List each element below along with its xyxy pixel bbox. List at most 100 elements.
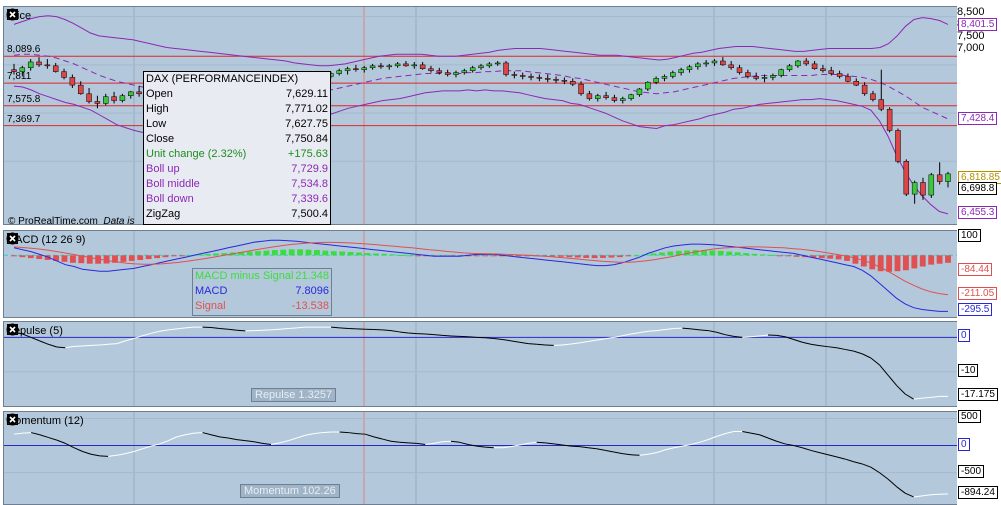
- axis-value-tag: -295.5: [958, 302, 993, 316]
- repulse-segment: [690, 328, 700, 331]
- repulse-chart: [4, 322, 957, 406]
- axis-value-tag: -894.24: [958, 485, 998, 499]
- candle-up: [494, 62, 501, 65]
- macd-line: [13, 239, 948, 312]
- momentum-segment: [502, 446, 512, 449]
- axis-tick-label: 8,500: [957, 6, 985, 18]
- wrench-icon[interactable]: [8, 325, 85, 338]
- repulse-segment: [682, 327, 691, 330]
- histogram-bar: [490, 255, 497, 257]
- info-title-row: DAX (PERFORMANCEINDEX): [145, 73, 329, 88]
- macd-info-box: MACD minus Signal 21.348 MACD 7.8096 Signal -…: [192, 268, 332, 316]
- histogram-bar: [667, 251, 674, 256]
- candle-down: [578, 83, 584, 95]
- momentum-segment: [742, 430, 752, 434]
- wrench-icon[interactable]: [8, 415, 106, 428]
- info-value: 7,500.4: [291, 208, 328, 220]
- repulse-panel-header: Repulse (5): [6, 323, 117, 339]
- repulse-panel[interactable]: Repulse (5) Repulse 1.3257: [3, 321, 958, 407]
- info-row: Boll up 7,729.9: [145, 163, 329, 178]
- macd-panel[interactable]: MACD (12 26 9): [3, 230, 958, 318]
- momentum-panel[interactable]: Momentum (12) Momentum 102.26: [3, 411, 958, 505]
- momentum-segment: [399, 441, 409, 444]
- candle-up: [411, 64, 418, 67]
- momentum-segment: [13, 432, 23, 435]
- wrench-icon[interactable]: [8, 234, 107, 247]
- info-value: 7,339.6: [291, 193, 328, 205]
- maximize-icon[interactable]: [7, 9, 69, 23]
- momentum-segment: [647, 452, 657, 455]
- histogram-bar: [297, 249, 304, 256]
- repulse-segment: [485, 337, 494, 339]
- momentum-segment: [236, 439, 246, 442]
- candle-down: [720, 60, 726, 66]
- candle-up: [595, 95, 601, 99]
- momentum-segment: [896, 486, 906, 494]
- histogram-bar: [263, 250, 270, 256]
- candle-down: [419, 64, 426, 69]
- histogram-bar: [473, 255, 480, 257]
- momentum-segment: [442, 440, 452, 443]
- histogram-bar: [170, 255, 177, 257]
- instrument-name: DAX (PERFORMANCEINDEX): [146, 73, 299, 85]
- momentum-segment: [904, 492, 914, 498]
- candle-up: [361, 67, 367, 70]
- momentum-segment: [245, 440, 254, 443]
- maximize-icon[interactable]: [7, 414, 122, 428]
- maximize-icon[interactable]: [7, 233, 123, 247]
- repulse-segment: [279, 328, 289, 330]
- momentum-segment: [845, 458, 854, 463]
- candle-down: [853, 81, 859, 86]
- repulse-segment: [82, 344, 92, 347]
- momentum-segment: [707, 435, 717, 441]
- close-icon[interactable]: [6, 8, 85, 23]
- momentum-segment: [579, 446, 589, 449]
- histogram-bar: [919, 255, 926, 267]
- histogram-bar: [128, 255, 135, 261]
- repulse-segment: [425, 333, 434, 336]
- momentum-segment: [416, 442, 426, 445]
- macd-info-row: Signal -13.538: [194, 300, 330, 315]
- repulse-segment: [493, 337, 503, 340]
- momentum-segment: [613, 451, 623, 455]
- candle-down: [86, 93, 92, 102]
- momentum-segment: [450, 440, 460, 443]
- close-icon[interactable]: [6, 323, 117, 338]
- momentum-segment: [656, 449, 666, 454]
- candle-down: [511, 74, 518, 76]
- histogram-bar: [280, 249, 287, 256]
- momentum-segment: [22, 432, 32, 434]
- repulse-segment: [228, 328, 237, 331]
- repulse-segment: [125, 337, 135, 342]
- close-icon[interactable]: [6, 413, 138, 428]
- momentum-segment: [108, 454, 117, 457]
- repulse-segment: [896, 385, 906, 395]
- candle-up: [461, 70, 468, 73]
- info-value: 7,750.84: [285, 133, 328, 145]
- wrench-icon[interactable]: [8, 10, 53, 23]
- momentum-segment: [879, 472, 889, 480]
- candle-up: [386, 65, 392, 68]
- momentum-segment: [690, 441, 700, 445]
- histogram-bar: [271, 250, 278, 256]
- info-value: 7.8096: [295, 285, 329, 297]
- axis-value-tag: -500: [958, 464, 985, 478]
- repulse-segment: [159, 329, 169, 332]
- axis-value-tag: 6,698.8: [958, 182, 998, 196]
- axis-value-tag: 7,428.4: [958, 111, 998, 125]
- candle-down: [895, 130, 901, 162]
- info-row: Boll down 7,339.6: [145, 193, 329, 208]
- maximize-icon[interactable]: [7, 324, 101, 338]
- histogram-bar: [322, 250, 329, 256]
- momentum-segment: [48, 436, 57, 441]
- candle-up: [628, 94, 634, 99]
- repulse-segment: [219, 328, 229, 330]
- close-icon[interactable]: [6, 232, 139, 247]
- histogram-bar: [339, 251, 346, 256]
- candle-up: [119, 95, 126, 101]
- repulse-segment: [331, 326, 340, 329]
- repulse-segment: [802, 341, 812, 345]
- histogram-bar: [482, 255, 489, 257]
- momentum-segment: [39, 434, 49, 438]
- repulse-segment: [904, 393, 914, 400]
